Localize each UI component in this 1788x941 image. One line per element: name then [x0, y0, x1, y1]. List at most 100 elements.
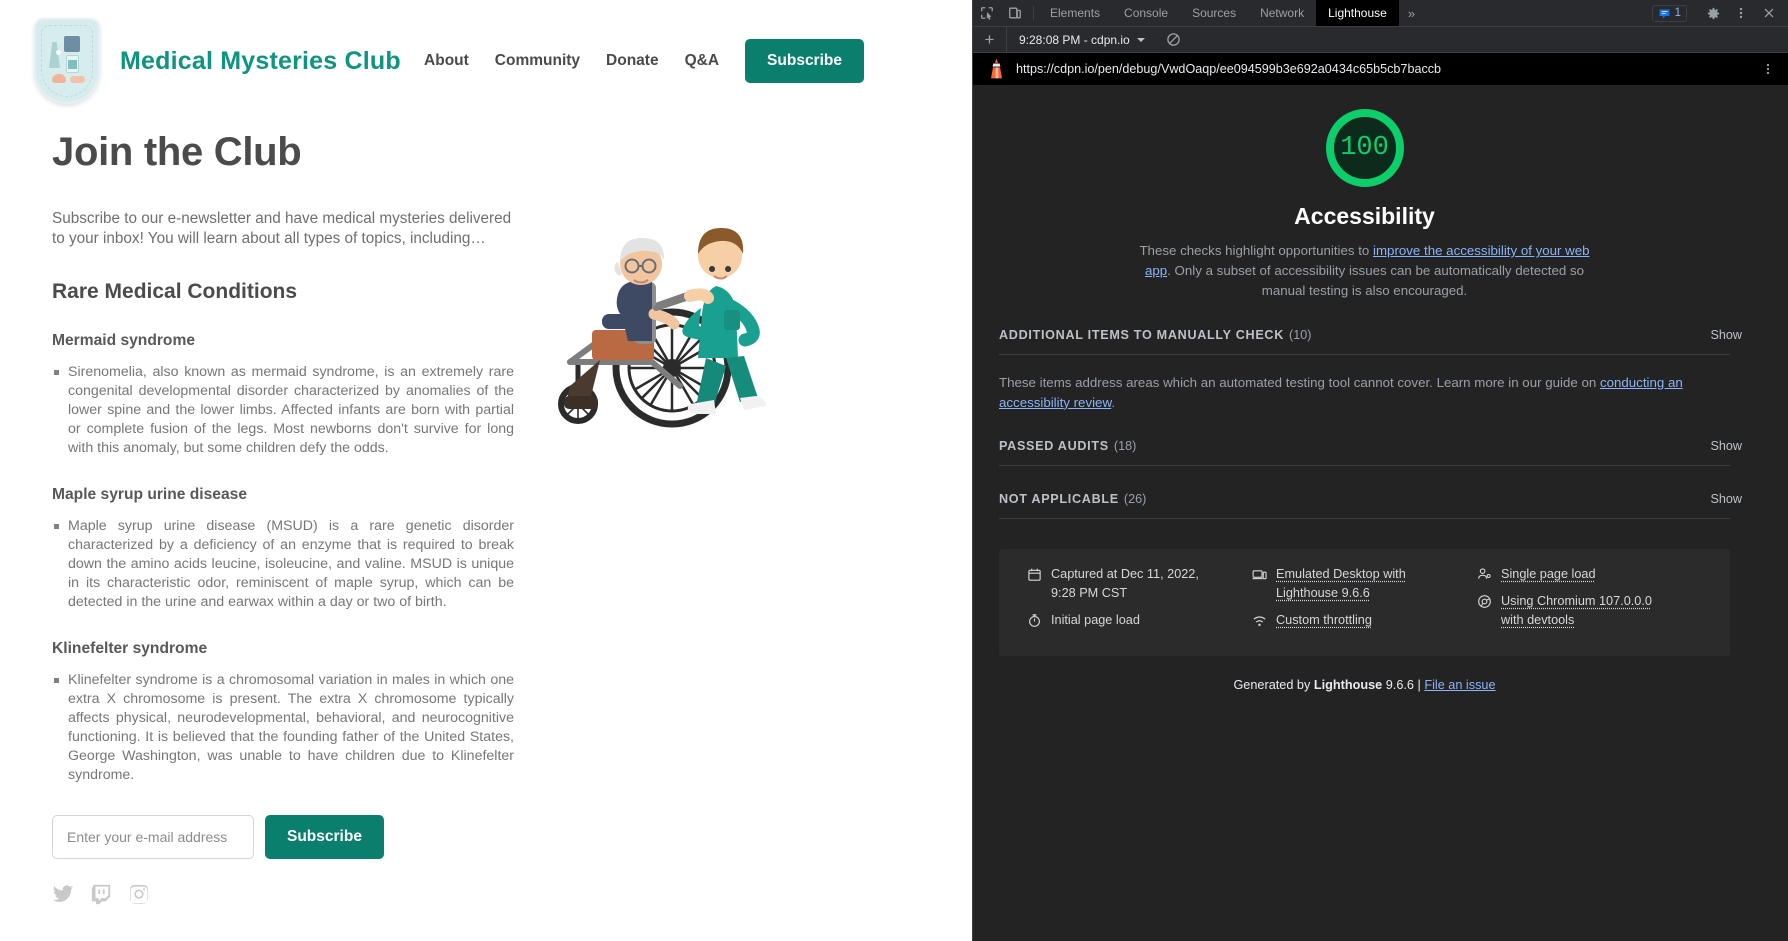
metadata-item: Initial page load: [1027, 611, 1252, 630]
score-value: 100: [1340, 133, 1389, 163]
section-count: (26): [1124, 492, 1146, 506]
section-header[interactable]: Not applicable (26) Show: [987, 492, 1742, 506]
more-options-icon[interactable]: [1758, 62, 1778, 76]
metadata-item: Custom throttling: [1252, 611, 1477, 630]
site-header: Medical Mysteries Club About Community D…: [0, 0, 972, 108]
tab-sources[interactable]: Sources: [1180, 0, 1248, 26]
metadata-item: Emulated Desktop with Lighthouse 9.6.6: [1252, 565, 1477, 603]
nav-item-qa[interactable]: Q&A: [685, 52, 719, 70]
app-root: Medical Mysteries Club About Community D…: [0, 0, 1788, 941]
condition-list-klinefelter: Klinefelter syndrome is a chromosomal va…: [52, 671, 514, 785]
gear-icon[interactable]: [1700, 2, 1726, 24]
stopwatch-icon: [1027, 613, 1042, 628]
tab-elements[interactable]: Elements: [1038, 0, 1112, 26]
metadata-column-1: Captured at Dec 11, 2022, 9:28 PM CST In…: [1027, 565, 1252, 638]
file-an-issue-link[interactable]: File an issue: [1424, 678, 1495, 692]
section-passed-audits: Passed audits (18) Show: [987, 439, 1742, 466]
email-field[interactable]: [52, 815, 254, 859]
nurse-pushing-wheelchair-illustration: [530, 190, 830, 450]
more-tabs-icon[interactable]: »: [1399, 0, 1424, 26]
social-links: [52, 883, 972, 905]
issues-message-icon: [1658, 7, 1671, 20]
description-post: . Only a subset of accessibility issues …: [1167, 263, 1584, 298]
description-pre: These checks highlight opportunities to: [1139, 243, 1373, 258]
section-show-toggle[interactable]: Show: [1710, 439, 1742, 453]
form-subscribe-button[interactable]: Subscribe: [265, 815, 384, 859]
category-description: These checks highlight opportunities to …: [1126, 241, 1604, 302]
tab-network[interactable]: Network: [1248, 0, 1316, 26]
list-item: Sirenomelia, also known as mermaid syndr…: [52, 363, 514, 458]
run-selector[interactable]: 9:28:08 PM - cdpn.io: [1007, 32, 1181, 47]
instagram-icon[interactable]: [128, 883, 150, 905]
accessibility-score-gauge[interactable]: 100: [1326, 109, 1404, 187]
throttling-icon: [1252, 613, 1267, 628]
tab-console[interactable]: Console: [1112, 0, 1180, 26]
section-body-pre: These items address areas which an autom…: [999, 375, 1600, 390]
twitter-icon[interactable]: [52, 883, 74, 905]
footer-brand: Lighthouse: [1314, 678, 1382, 692]
run-metadata: Captured at Dec 11, 2022, 9:28 PM CST In…: [999, 549, 1730, 656]
nav-item-donate[interactable]: Donate: [606, 52, 659, 70]
condition-list-mermaid: Sirenomelia, also known as mermaid syndr…: [52, 363, 514, 458]
page-title: Join the Club: [52, 130, 972, 175]
section-not-applicable: Not applicable (26) Show: [987, 492, 1742, 519]
page-load-mode-text[interactable]: Single page load: [1501, 565, 1596, 584]
throttling-text[interactable]: Custom throttling: [1276, 611, 1372, 630]
metadata-item: Captured at Dec 11, 2022, 9:28 PM CST: [1027, 565, 1252, 603]
medical-shield-logo[interactable]: [34, 18, 100, 104]
divider: [999, 465, 1730, 466]
section-title: Passed audits: [999, 439, 1109, 453]
section-count: (10): [1289, 328, 1311, 342]
chromium-version-text[interactable]: Using Chromium 107.0.0.0 with devtools: [1501, 592, 1661, 630]
devtools-tabbar-actions: 1: [1652, 0, 1788, 26]
metadata-column-3: Single page load Using Chromium 107.0.0.…: [1477, 565, 1702, 638]
metadata-item: Using Chromium 107.0.0.0 with devtools: [1477, 592, 1702, 630]
header-subscribe-button[interactable]: Subscribe: [745, 39, 864, 83]
section-header[interactable]: Additional items to manually check (10) …: [987, 328, 1742, 342]
devtools-tabbar: Elements Console Sources Network Lightho…: [973, 0, 1788, 27]
section-header[interactable]: Passed audits (18) Show: [987, 439, 1742, 453]
section-body-post: .: [1111, 395, 1115, 410]
device-toolbar-icon[interactable]: [1001, 0, 1029, 26]
more-options-icon[interactable]: [1728, 2, 1754, 24]
footer-version: 9.6.6 |: [1382, 678, 1424, 692]
issues-counter-badge[interactable]: 1: [1652, 5, 1687, 22]
divider: [999, 518, 1730, 519]
chromium-icon: [1477, 594, 1492, 609]
tab-lighthouse[interactable]: Lighthouse: [1316, 0, 1399, 26]
condition-list-msud: Maple syrup urine disease (MSUD) is a ra…: [52, 517, 514, 612]
lighthouse-url-bar: https://cdpn.io/pen/debug/VwdOaqp/ee0945…: [973, 53, 1788, 85]
newsletter-form: Subscribe: [52, 815, 514, 859]
report-footer: Generated by Lighthouse 9.6.6 | File an …: [987, 678, 1742, 692]
close-icon[interactable]: [1756, 2, 1782, 24]
section-body: These items address areas which an autom…: [987, 355, 1742, 413]
section-show-toggle[interactable]: Show: [1710, 492, 1742, 506]
twitch-icon[interactable]: [90, 883, 112, 905]
clear-icon[interactable]: [1166, 32, 1181, 47]
web-page-viewport: Medical Mysteries Club About Community D…: [0, 0, 972, 941]
desktop-icon: [1252, 567, 1267, 582]
metadata-column-2: Emulated Desktop with Lighthouse 9.6.6 C…: [1252, 565, 1477, 638]
emulation-text[interactable]: Emulated Desktop with Lighthouse 9.6.6: [1276, 565, 1436, 603]
nav-item-about[interactable]: About: [424, 52, 469, 70]
section-title: Additional items to manually check: [999, 328, 1284, 342]
devtools-panel: Elements Console Sources Network Lightho…: [972, 0, 1788, 941]
list-item: Klinefelter syndrome is a chromosomal va…: [52, 671, 514, 785]
report-url[interactable]: https://cdpn.io/pen/debug/VwdOaqp/ee0945…: [1016, 62, 1441, 76]
footer-pre: Generated by: [1233, 678, 1313, 692]
brand-title[interactable]: Medical Mysteries Club: [120, 47, 401, 76]
section-heading: Rare Medical Conditions: [52, 280, 514, 304]
main-nav: About Community Donate Q&A Subscribe: [424, 39, 944, 83]
run-selector-label: 9:28:08 PM - cdpn.io: [1019, 33, 1130, 47]
section-count: (18): [1114, 439, 1136, 453]
single-page-icon: [1477, 567, 1492, 582]
score-block: 100 Accessibility These checks highlight…: [987, 103, 1742, 302]
section-show-toggle[interactable]: Show: [1710, 328, 1742, 342]
inspect-element-icon[interactable]: [973, 0, 1001, 26]
lighthouse-icon: [987, 58, 1006, 80]
chevron-down-icon[interactable]: [1137, 38, 1145, 42]
nav-item-community[interactable]: Community: [495, 52, 580, 70]
page-load-type-text: Initial page load: [1051, 611, 1140, 630]
lighthouse-run-toolbar: + 9:28:08 PM - cdpn.io: [973, 27, 1788, 53]
plus-icon[interactable]: +: [973, 27, 1007, 53]
